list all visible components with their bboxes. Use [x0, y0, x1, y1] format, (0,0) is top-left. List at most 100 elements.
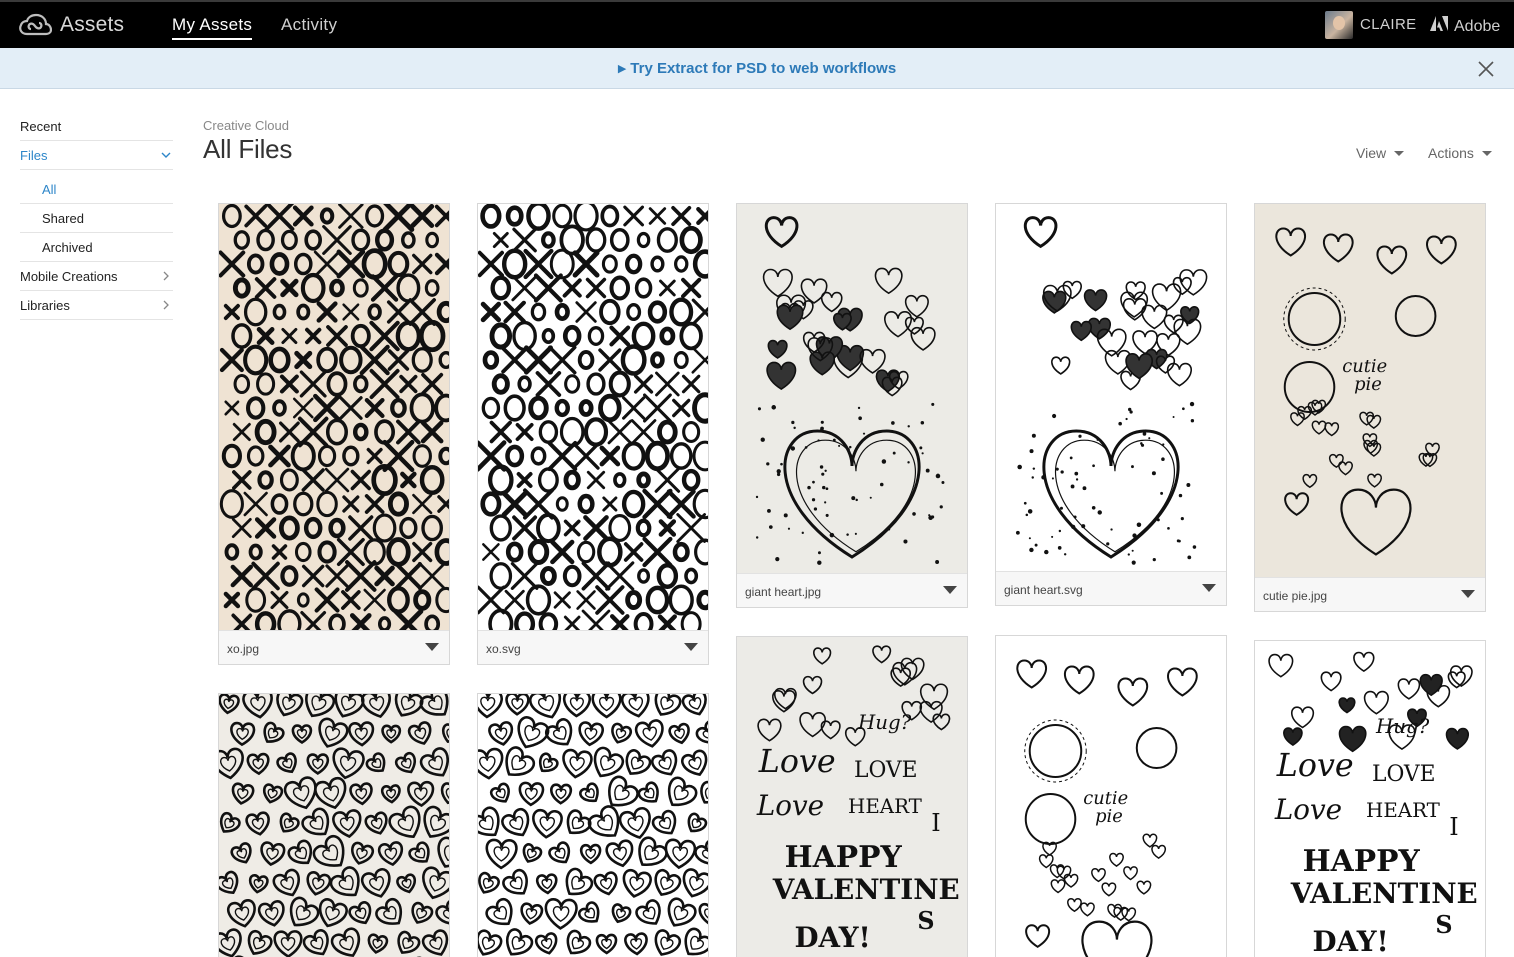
asset-thumbnail[interactable]	[478, 694, 708, 957]
sidebar-item-label: Recent	[20, 119, 62, 134]
asset-card[interactable]	[218, 693, 450, 957]
chevron-down-icon	[161, 152, 171, 158]
drawing-text: HEART	[848, 795, 923, 818]
asset-card[interactable]: Hug? Love LOVE Love HEART I HAPPY VALENTINE S DAY…	[1254, 640, 1486, 957]
drawing-text: Love	[1276, 746, 1354, 784]
asset-card[interactable]: Hug? Love LOVE Love HEART I HAPPY VALENTINE S DAY…	[736, 636, 968, 957]
actions-label: Actions	[1428, 145, 1474, 161]
asset-thumbnail[interactable]: Hug? Love LOVE Love HEART I HAPPY VALENTINE S DAY…	[1255, 641, 1485, 957]
banner-link-text: Try Extract for PSD to web workflows	[630, 60, 897, 77]
asset-caption: xo.svg	[478, 630, 708, 664]
asset-filename[interactable]: cutie pie.jpg	[1263, 589, 1327, 603]
adobe-link[interactable]: Adobe	[1430, 16, 1500, 36]
sidebar-item-archived[interactable]: Archived	[20, 233, 173, 262]
sidebar-item-label: Libraries	[20, 298, 70, 313]
sidebar-item-label: Shared	[42, 211, 84, 226]
view-dropdown[interactable]: View	[1356, 145, 1405, 161]
user-name[interactable]: CLAIRE	[1360, 16, 1417, 33]
asset-thumbnail[interactable]: cutie pie	[996, 636, 1226, 957]
asset-thumbnail[interactable]	[219, 694, 449, 957]
asset-filename[interactable]: xo.jpg	[227, 642, 259, 656]
sidebar-item-mobile-creations[interactable]: Mobile Creations	[20, 262, 173, 291]
asset-thumbnail[interactable]: cutie pie	[1255, 204, 1485, 578]
drawing-text: pie	[1354, 374, 1382, 395]
sidebar-item-all[interactable]: All	[20, 175, 173, 204]
chevron-right-icon	[163, 271, 169, 281]
giant-heart-drawing	[755, 216, 945, 565]
cutie-pie-drawing: cutiepie	[1016, 659, 1198, 957]
drawing-text: LOVE	[1372, 762, 1436, 787]
asset-card[interactable]: xo.jpg	[218, 203, 450, 665]
drawing-text: S	[917, 907, 934, 935]
asset-thumbnail[interactable]	[219, 204, 449, 631]
caret-down-icon	[1481, 151, 1492, 156]
chevron-right-icon	[163, 300, 169, 310]
asset-card[interactable]: cutie pie	[995, 635, 1227, 957]
close-icon[interactable]	[1476, 59, 1496, 79]
sidebar-item-shared[interactable]: Shared	[20, 204, 173, 233]
caret-down-icon	[1394, 151, 1405, 156]
drawing-text: Hug?	[857, 711, 912, 734]
sidebar-item-libraries[interactable]: Libraries	[20, 291, 173, 320]
asset-caption: xo.jpg	[219, 630, 449, 664]
sidebar-item-files[interactable]: Files	[20, 141, 173, 170]
asset-menu-caret-icon[interactable]	[684, 643, 698, 651]
adobe-logo-icon	[1430, 16, 1448, 36]
actions-dropdown[interactable]: Actions	[1428, 145, 1492, 161]
asset-card[interactable]: cutie pie cutie pie.jpg	[1254, 203, 1486, 612]
asset-filename[interactable]: giant heart.svg	[1004, 583, 1083, 597]
asset-filename[interactable]: xo.svg	[486, 642, 521, 656]
asset-thumbnail[interactable]	[737, 204, 967, 574]
view-label: View	[1356, 145, 1387, 161]
valentine-drawing: Hug? Love LOVE Love HEART I HAPPYVALENTINES DAY…	[756, 645, 960, 954]
adobe-label: Adobe	[1454, 18, 1501, 35]
sidebar-item-label: Files	[20, 148, 48, 163]
app-name: Assets	[60, 13, 125, 36]
asset-thumbnail[interactable]	[996, 204, 1226, 572]
asset-menu-caret-icon[interactable]	[425, 643, 439, 651]
sidebar-item-label: All	[42, 182, 57, 197]
asset-card[interactable]	[477, 693, 709, 957]
page-title: All Files	[203, 134, 293, 164]
asset-filename[interactable]: giant heart.jpg	[745, 585, 821, 599]
asset-menu-caret-icon[interactable]	[1202, 584, 1216, 592]
avatar[interactable]	[1325, 11, 1353, 39]
drawing-text: Love	[1274, 793, 1342, 826]
sidebar-item-recent[interactable]: Recent	[20, 112, 173, 141]
sidebar-item-label: Archived	[42, 240, 93, 255]
asset-menu-caret-icon[interactable]	[943, 586, 957, 594]
asset-menu-caret-icon[interactable]	[1461, 590, 1475, 598]
asset-card[interactable]: giant heart.jpg	[736, 203, 968, 608]
promo-banner: ▶ Try Extract for PSD to web workflows	[0, 48, 1514, 89]
tab-activity[interactable]: Activity	[281, 15, 337, 35]
breadcrumb[interactable]: Creative Cloud	[203, 118, 289, 133]
drawing-text: HAPPY	[1303, 844, 1421, 879]
drawing-text: Love	[756, 789, 824, 822]
drawing-text: I	[931, 809, 940, 837]
asset-thumbnail[interactable]	[478, 204, 708, 631]
valentine-drawing: Hug? Love LOVE Love HEART I HAPPYVALENTINES DAY…	[1268, 651, 1478, 957]
drawing-text: I	[1449, 813, 1458, 841]
hearts-drawing	[219, 694, 449, 957]
asset-card[interactable]: giant heart.svg	[995, 203, 1227, 606]
drawing-text: VALENTINE	[772, 873, 960, 906]
asset-thumbnail[interactable]: Hug? Love LOVE Love HEART I HAPPY VALENTINE S DAY…	[737, 637, 967, 957]
asset-caption: giant heart.svg	[996, 571, 1226, 605]
creative-cloud-logo-icon[interactable]	[18, 12, 52, 38]
drawing-text: Love	[758, 742, 836, 780]
drawing-text: DAY!	[1313, 925, 1389, 957]
sidebar-item-label: Mobile Creations	[20, 269, 118, 284]
cutie-pie-drawing: cutiepie	[1275, 227, 1457, 556]
drawing-text: DAY!	[795, 921, 871, 954]
play-triangle-icon: ▶	[617, 63, 627, 75]
top-bar: Assets My Assets Activity CLAIRE Adobe	[0, 0, 1514, 48]
extract-promo-link[interactable]: ▶ Try Extract for PSD to web workflows	[0, 60, 1514, 77]
sidebar: Recent Files All Shared Archived Mobile …	[20, 112, 173, 320]
xo-drawing	[478, 204, 708, 631]
drawing-text: Hug?	[1375, 715, 1430, 738]
tab-my-assets[interactable]: My Assets	[172, 15, 253, 40]
asset-card[interactable]: xo.svg	[477, 203, 709, 665]
asset-caption: cutie pie.jpg	[1255, 577, 1485, 611]
drawing-text: HEART	[1366, 799, 1441, 822]
files-subgroup: All Shared Archived	[20, 175, 173, 262]
